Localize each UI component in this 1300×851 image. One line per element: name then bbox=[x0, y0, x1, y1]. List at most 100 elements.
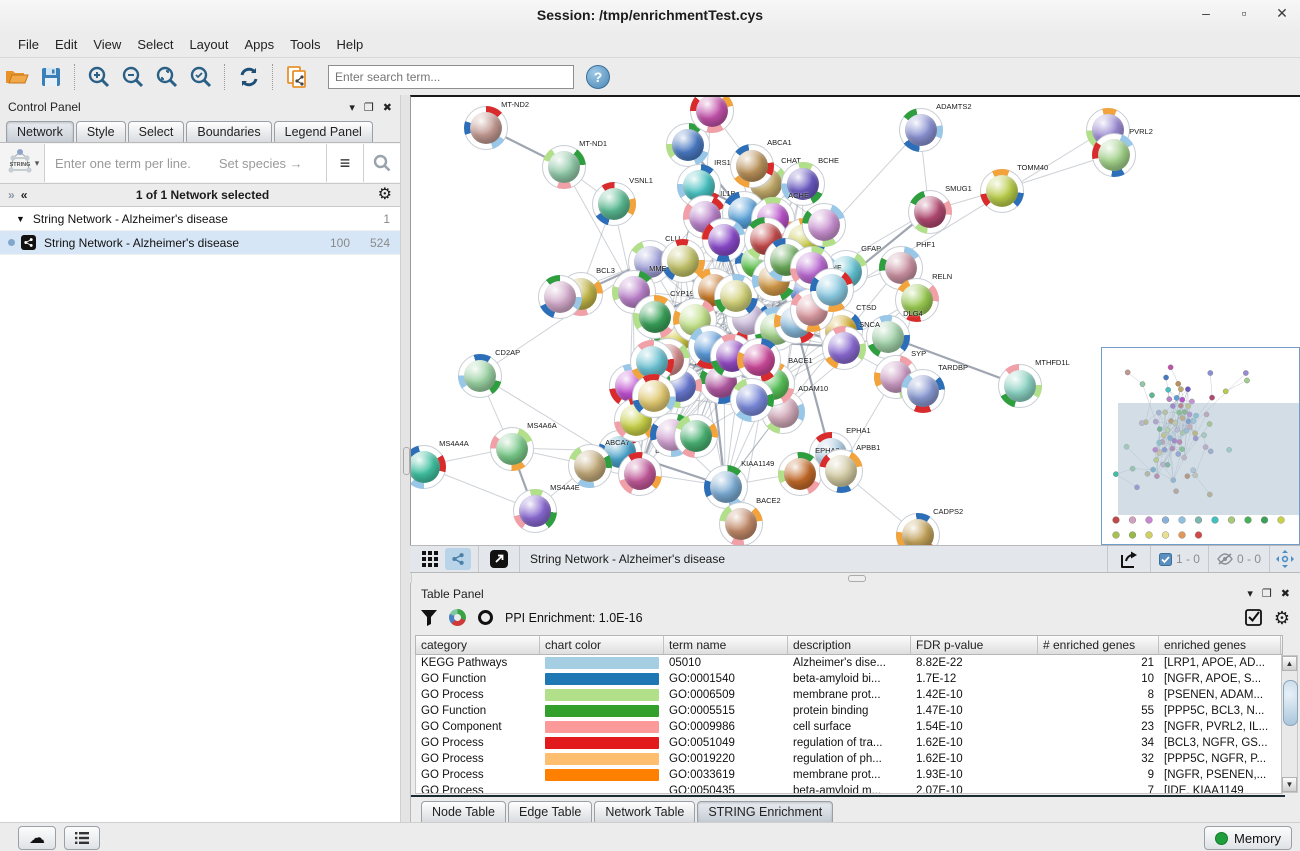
column-header--enriched-genes[interactable]: # enriched genes bbox=[1038, 636, 1159, 654]
network-node-apbb1[interactable]: APBB1 bbox=[819, 449, 863, 493]
menu-layout[interactable]: Layout bbox=[181, 34, 236, 55]
filter-funnel-icon[interactable] bbox=[421, 610, 437, 626]
network-node-abca7[interactable]: ABCA7 bbox=[568, 444, 612, 488]
help-button[interactable]: ? bbox=[586, 65, 610, 89]
table-row[interactable]: GO FunctionGO:0005515protein binding1.47… bbox=[416, 703, 1282, 719]
network-node-mthfd1l[interactable]: MTHFD1L bbox=[998, 364, 1042, 408]
network-node-abca1[interactable]: ABCA1 bbox=[730, 144, 774, 188]
panel-close-icon[interactable]: ✖ bbox=[383, 101, 392, 114]
network-node-ms4a4e[interactable]: MS4A4E bbox=[513, 489, 557, 533]
network-node[interactable] bbox=[702, 218, 746, 262]
selected-checkbox-icon[interactable] bbox=[1159, 553, 1172, 566]
minimize-icon[interactable]: – bbox=[1198, 5, 1214, 22]
table-row[interactable]: GO ProcessGO:0050435beta-amyloid m...2.0… bbox=[416, 783, 1282, 794]
network-node[interactable] bbox=[632, 374, 676, 418]
zoom-selected-button[interactable] bbox=[185, 62, 217, 92]
string-search-button[interactable] bbox=[363, 144, 400, 182]
select-columns-icon[interactable] bbox=[1245, 609, 1262, 626]
network-node-tomm40[interactable]: TOMM40 bbox=[980, 169, 1024, 213]
string-query-input[interactable]: Enter one term per line. Set species → bbox=[45, 144, 326, 182]
column-header-description[interactable]: description bbox=[788, 636, 911, 654]
network-node-snca[interactable]: SNCA bbox=[822, 326, 866, 370]
network-node[interactable] bbox=[674, 414, 718, 458]
tab-style[interactable]: Style bbox=[76, 121, 126, 142]
panel-float-icon[interactable]: ❐ bbox=[1262, 587, 1272, 600]
scrollbar-thumb[interactable] bbox=[1283, 680, 1298, 726]
network-row-selected[interactable]: String Network - Alzheimer's disease 100… bbox=[0, 231, 400, 255]
collapse-triangle-icon[interactable]: ▼ bbox=[16, 214, 25, 224]
birds-eye-navigator[interactable] bbox=[1101, 347, 1300, 545]
hidden-eye-icon[interactable] bbox=[1217, 553, 1233, 565]
tab-edge-table[interactable]: Edge Table bbox=[508, 801, 592, 823]
network-canvas[interactable]: MT-ND2MT-ND1VSNL1GAB2ADAMTS2PVRL2SMUG1TO… bbox=[410, 95, 1300, 545]
enrichment-chart-icon[interactable] bbox=[449, 609, 466, 626]
table-row[interactable]: GO ProcessGO:0051049regulation of tra...… bbox=[416, 735, 1282, 751]
table-row[interactable]: GO FunctionGO:0001540beta-amyloid bi...1… bbox=[416, 671, 1282, 687]
network-from-clipboard-button[interactable] bbox=[281, 62, 313, 92]
task-history-button[interactable] bbox=[64, 826, 100, 850]
network-node-ms4a6a[interactable]: MS4A6A bbox=[490, 427, 534, 471]
panel-menu-icon[interactable]: ▾ bbox=[349, 101, 355, 114]
tab-network[interactable]: Network bbox=[6, 121, 74, 142]
table-row[interactable]: GO ProcessGO:0033619membrane prot...1.93… bbox=[416, 767, 1282, 783]
menu-tools[interactable]: Tools bbox=[282, 34, 328, 55]
zoom-out-button[interactable] bbox=[117, 62, 149, 92]
menu-file[interactable]: File bbox=[10, 34, 47, 55]
network-node[interactable] bbox=[810, 268, 854, 312]
menu-view[interactable]: View bbox=[85, 34, 129, 55]
string-database-selector[interactable]: STRING ▾ bbox=[0, 144, 45, 182]
column-header-FDR-p-value[interactable]: FDR p-value bbox=[911, 636, 1038, 654]
panel-close-icon[interactable]: ✖ bbox=[1281, 587, 1290, 600]
table-row[interactable]: GO ProcessGO:0019220regulation of ph...1… bbox=[416, 751, 1282, 767]
network-node-epha3[interactable]: EPHA3 bbox=[778, 452, 822, 496]
zoom-fit-button[interactable] bbox=[151, 62, 183, 92]
export-network-button[interactable] bbox=[1115, 548, 1143, 570]
string-options-button[interactable]: ≡ bbox=[326, 144, 363, 182]
tab-string-enrichment[interactable]: STRING Enrichment bbox=[697, 801, 833, 823]
grid-view-button[interactable] bbox=[417, 548, 443, 570]
panel-menu-icon[interactable]: ▾ bbox=[1247, 587, 1253, 600]
open-in-browser-button[interactable] bbox=[486, 548, 512, 570]
scroll-up-icon[interactable]: ▲ bbox=[1282, 656, 1297, 671]
expand-all-icon[interactable]: « bbox=[21, 188, 28, 202]
tab-node-table[interactable]: Node Table bbox=[421, 801, 506, 823]
network-node[interactable] bbox=[737, 338, 781, 382]
panel-float-icon[interactable]: ❐ bbox=[364, 101, 374, 114]
network-node-bace2[interactable]: BACE2 bbox=[719, 502, 763, 545]
close-icon[interactable]: ✕ bbox=[1274, 5, 1290, 22]
menu-select[interactable]: Select bbox=[129, 34, 181, 55]
network-node-cd2ap[interactable]: CD2AP bbox=[458, 354, 502, 398]
network-node-bin1[interactable]: BIN1 bbox=[618, 452, 662, 496]
table-settings-gear-icon[interactable]: ⚙ bbox=[1274, 609, 1290, 627]
network-collection-row[interactable]: ▼ String Network - Alzheimer's disease 1 bbox=[0, 207, 400, 231]
tab-legend-panel[interactable]: Legend Panel bbox=[274, 121, 373, 142]
network-node-pvrl2[interactable]: PVRL2 bbox=[1092, 133, 1136, 177]
column-header-category[interactable]: category bbox=[416, 636, 540, 654]
set-species-hint[interactable]: Set species → bbox=[219, 156, 303, 171]
search-input[interactable] bbox=[328, 65, 574, 89]
table-row[interactable]: GO ComponentGO:0009986cell surface1.54E-… bbox=[416, 719, 1282, 735]
zoom-in-button[interactable] bbox=[83, 62, 115, 92]
network-options-gear-icon[interactable]: ⚙ bbox=[378, 187, 392, 203]
network-node[interactable] bbox=[730, 378, 774, 422]
scroll-down-icon[interactable]: ▼ bbox=[1282, 777, 1297, 792]
cloud-tasks-button[interactable]: ☁ bbox=[18, 826, 56, 850]
network-node-vsnl1[interactable]: VSNL1 bbox=[592, 182, 636, 226]
menu-edit[interactable]: Edit bbox=[47, 34, 85, 55]
navigator-toggle[interactable] bbox=[1269, 546, 1300, 572]
open-session-button[interactable] bbox=[1, 62, 33, 92]
network-node[interactable] bbox=[802, 203, 846, 247]
string-share-button[interactable] bbox=[445, 548, 471, 570]
table-row[interactable]: KEGG Pathways05010Alzheimer's dise...8.8… bbox=[416, 655, 1282, 671]
tab-boundaries[interactable]: Boundaries bbox=[186, 121, 271, 142]
network-node[interactable] bbox=[538, 275, 582, 319]
maximize-icon[interactable]: ▫ bbox=[1236, 5, 1252, 22]
network-node-cyp19a1[interactable]: CYP19A1 bbox=[633, 295, 677, 339]
save-session-button[interactable] bbox=[35, 62, 67, 92]
menu-help[interactable]: Help bbox=[329, 34, 372, 55]
table-row[interactable]: GO ProcessGO:0006509membrane prot...1.42… bbox=[416, 687, 1282, 703]
network-node-adamts2[interactable]: ADAMTS2 bbox=[899, 108, 943, 152]
ring-chart-icon[interactable] bbox=[478, 610, 493, 625]
refresh-button[interactable] bbox=[233, 62, 265, 92]
table-vertical-scrollbar[interactable]: ▲ ▼ bbox=[1281, 655, 1298, 793]
